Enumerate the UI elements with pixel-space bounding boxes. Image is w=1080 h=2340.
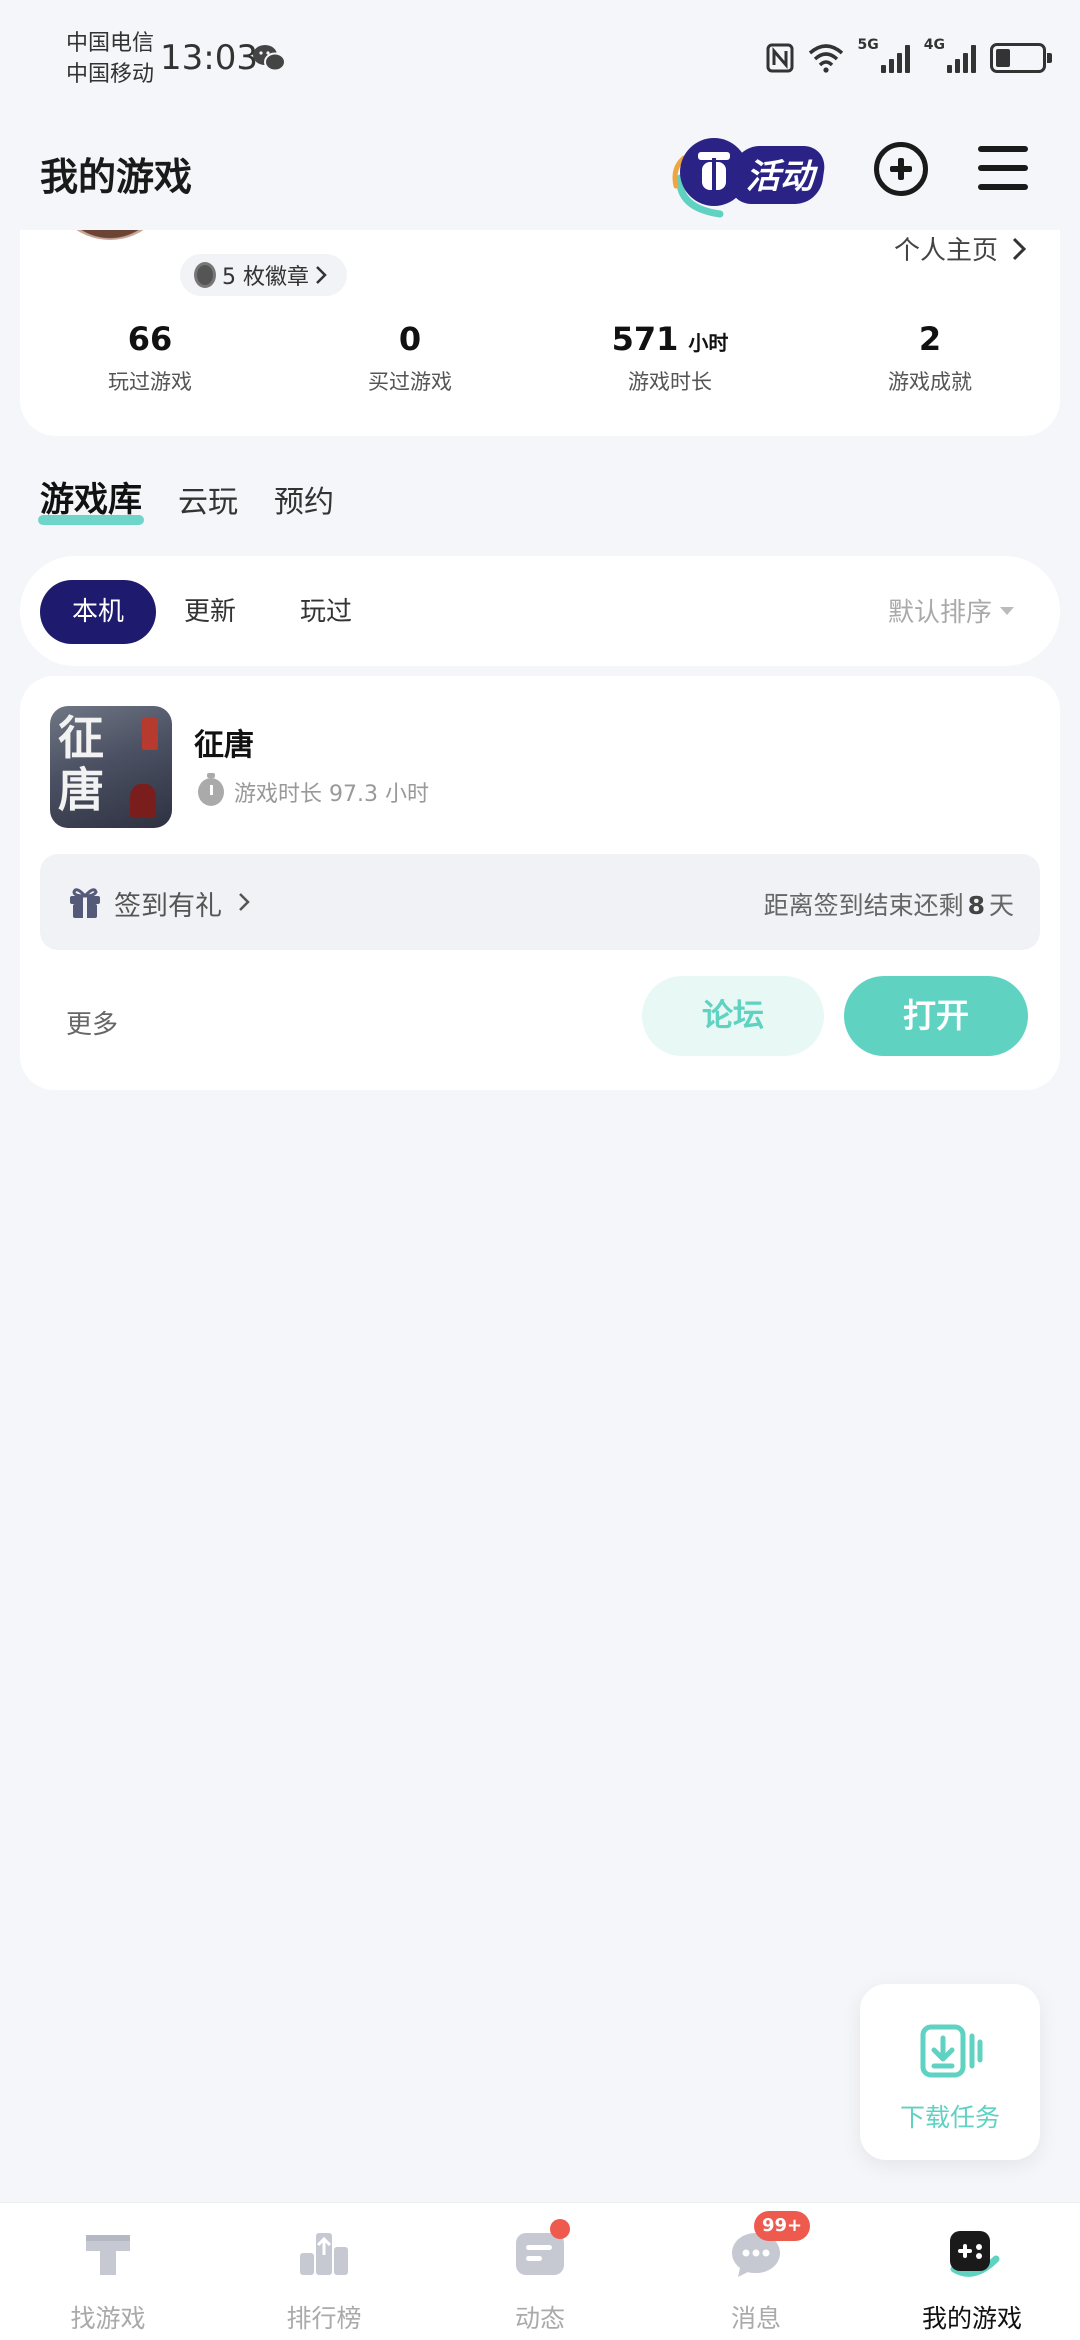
game-playtime: 游戏时长 97.3 小时	[198, 773, 429, 808]
stopwatch-icon	[198, 773, 224, 806]
more-link[interactable]: 更多	[66, 1004, 118, 1041]
status-bar: 中国电信 中国移动 13:03 5G 4G	[0, 0, 1080, 120]
homepage-link[interactable]: 个人主页	[894, 230, 1026, 267]
find-game-icon	[86, 2235, 130, 2275]
game-name[interactable]: 征唐	[194, 720, 254, 764]
countdown-days: 8	[967, 891, 985, 920]
warrior-figure-icon	[130, 784, 156, 818]
stat-play-time[interactable]: 571 小时 游戏时长	[540, 320, 800, 396]
filter-updates[interactable]: 更新	[184, 580, 236, 644]
carrier-2: 中国移动	[66, 62, 155, 87]
chevron-right-icon	[316, 266, 327, 284]
carrier-labels: 中国电信 中国移动	[66, 28, 154, 90]
nav-my-games[interactable]: 我的游戏	[864, 2203, 1080, 2340]
menu-line	[978, 184, 1028, 190]
countdown-prefix: 距离签到结束还剩	[763, 891, 964, 920]
filter-bar: 本机 更新 玩过 默认排序	[20, 556, 1060, 666]
stat-achievements[interactable]: 2 游戏成就	[800, 320, 1060, 396]
playtime-label: 游戏时长 97.3 小时	[234, 782, 429, 807]
checkin-bar[interactable]: 签到有礼 距离签到结束还剩 8 天	[40, 854, 1040, 950]
stat-value: 66	[127, 320, 173, 358]
sort-label: 默认排序	[887, 598, 992, 628]
nfc-icon	[766, 43, 794, 73]
stat-label: 游戏成就	[888, 370, 972, 394]
tab-reservations[interactable]: 预约	[274, 477, 334, 521]
stat-label: 玩过游戏	[108, 370, 192, 394]
message-count-badge: 99+	[754, 2211, 811, 2241]
clock: 13:03	[160, 38, 258, 78]
my-games-icon	[950, 2231, 1000, 2277]
checkin-label: 签到有礼	[114, 891, 222, 922]
badges-label: 5 枚徽章	[222, 265, 309, 290]
battery-fill	[996, 49, 1010, 67]
download-task-label: 下载任务	[899, 2103, 1000, 2132]
nav-label: 我的游戏	[921, 2304, 1022, 2333]
nav-feed[interactable]: 动态	[432, 2203, 648, 2340]
activity-label: 活动	[746, 157, 818, 197]
homepage-label: 个人主页	[893, 236, 998, 266]
app-header: 我的游戏 活动	[0, 120, 1080, 230]
stat-played-games[interactable]: 66 玩过游戏	[20, 320, 280, 396]
stat-value: 2	[918, 320, 942, 358]
nav-label: 动态	[514, 2304, 565, 2333]
seal-icon	[142, 718, 158, 750]
carrier-1: 中国电信	[66, 31, 155, 56]
stat-label: 买过游戏	[368, 370, 452, 394]
checkin-countdown: 距离签到结束还剩 8 天	[764, 886, 1014, 922]
filter-local[interactable]: 本机	[40, 580, 157, 644]
profile-stats: 66 玩过游戏 0 买过游戏 571 小时 游戏时长 2 游戏成就	[20, 320, 1060, 396]
nav-label: 找游戏	[70, 2304, 146, 2333]
tab-game-library[interactable]: 游戏库	[38, 472, 144, 525]
game-icon[interactable]: 征唐	[50, 706, 172, 828]
add-button[interactable]	[874, 142, 928, 196]
download-icon	[920, 2024, 983, 2078]
notification-dot	[550, 2219, 570, 2239]
sort-select[interactable]: 默认排序	[888, 592, 1014, 629]
nav-label: 排行榜	[286, 2304, 362, 2333]
menu-line	[978, 165, 1028, 171]
nav-messages[interactable]: 99+ 消息	[648, 2203, 864, 2340]
wechat-icon	[253, 45, 286, 72]
status-icons: 5G 4G	[766, 37, 1052, 78]
open-button[interactable]: 打开	[844, 976, 1028, 1056]
activity-button[interactable]: 活动	[668, 128, 834, 220]
gift-icon	[70, 888, 100, 918]
nav-find-games[interactable]: 找游戏	[0, 2203, 216, 2340]
stat-label: 游戏时长	[628, 370, 712, 394]
bottom-nav: 找游戏 排行榜 动态 99+ 消息 我的游戏	[0, 2202, 1080, 2340]
forum-button[interactable]: 论坛	[642, 976, 824, 1056]
badges-button[interactable]: 5 枚徽章	[180, 254, 347, 296]
tab-cloud-play[interactable]: 云玩	[178, 477, 238, 521]
menu-button[interactable]	[978, 146, 1028, 190]
medal-icon	[194, 262, 216, 288]
stat-value: 0	[398, 320, 422, 358]
nav-ranking[interactable]: 排行榜	[216, 2203, 432, 2340]
signal-1-label: 5G	[857, 37, 879, 53]
caret-down-icon	[1000, 606, 1014, 615]
countdown-suffix: 天	[988, 891, 1014, 920]
library-tabs: 游戏库 云玩 预约	[38, 472, 334, 525]
stat-unit: 小时	[688, 331, 729, 355]
signal-2-bars-icon	[947, 43, 976, 73]
game-card: 征唐 征唐 游戏时长 97.3 小时 签到有礼 距离签到结束还剩 8 天 更多 论坛…	[20, 676, 1060, 1090]
wifi-icon	[808, 44, 843, 73]
signal-1-bars-icon	[880, 43, 910, 73]
ranking-icon	[300, 2233, 348, 2275]
stat-value: 571	[611, 320, 679, 358]
page-title: 我的游戏	[40, 155, 193, 199]
nav-label: 消息	[730, 2304, 781, 2333]
filter-played[interactable]: 玩过	[300, 580, 352, 644]
stat-bought-games[interactable]: 0 买过游戏	[280, 320, 540, 396]
battery-icon	[990, 43, 1052, 73]
menu-line	[978, 146, 1028, 152]
game-icon-lettering: 征唐	[58, 711, 104, 817]
download-task-button[interactable]: 下载任务	[860, 1984, 1040, 2160]
chevron-right-icon	[239, 893, 250, 911]
chevron-right-icon	[1012, 237, 1026, 260]
signal-2-label: 4G	[923, 37, 945, 53]
